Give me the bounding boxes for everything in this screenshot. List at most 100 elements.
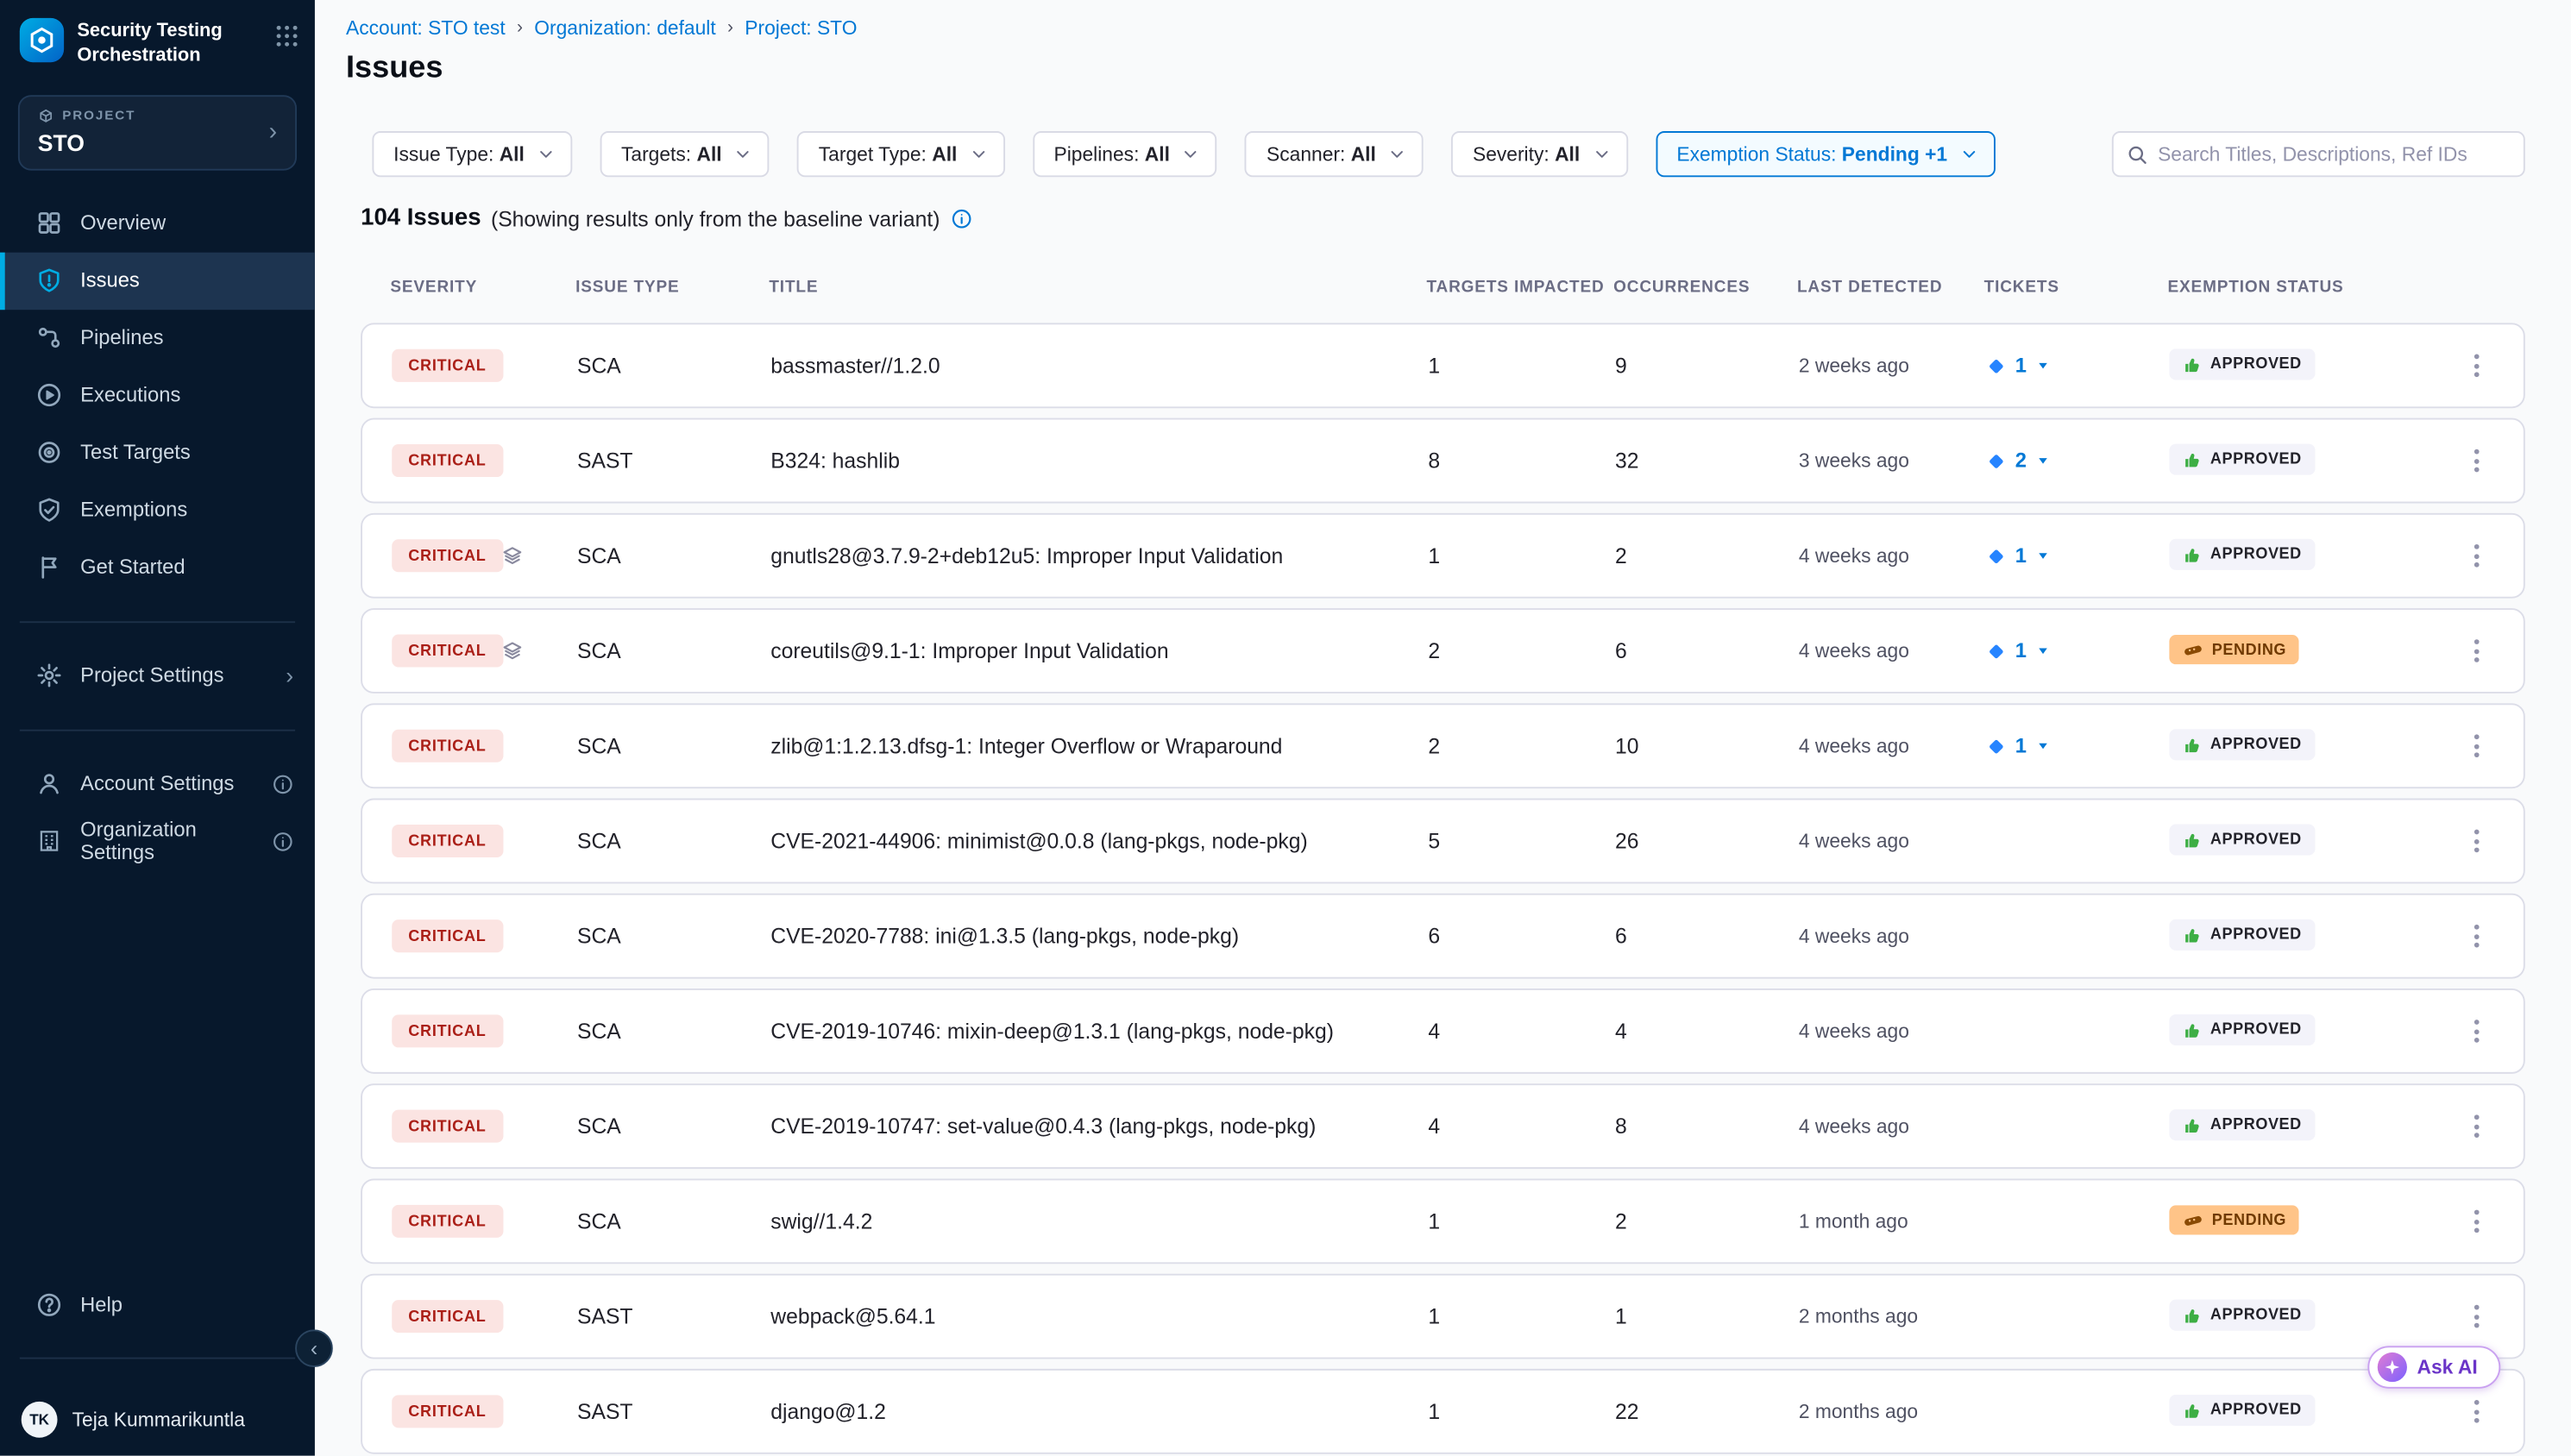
status-badge-approved: APPROVED — [2169, 824, 2315, 855]
targets-impacted: 1 — [1428, 1399, 1440, 1424]
user-profile[interactable]: TK Teja Kummarikuntla — [0, 1384, 315, 1456]
occurrences: 6 — [1615, 924, 1627, 949]
sidebar-collapse-button[interactable]: ‹ — [295, 1329, 333, 1367]
filter-severity[interactable]: Severity: All — [1451, 131, 1627, 177]
sidebar-item-organization-settings[interactable]: Organization Settings — [0, 813, 315, 870]
project-selector[interactable]: PROJECT STO › — [18, 95, 297, 170]
targets-impacted: 2 — [1428, 638, 1440, 663]
caret-down-icon[interactable] — [2034, 737, 2051, 754]
status-badge-approved: APPROVED — [2169, 1109, 2315, 1140]
info-icon[interactable] — [272, 774, 293, 795]
results-summary: 104 Issues (Showing results only from th… — [361, 205, 2571, 231]
table-row[interactable]: CRITICALSCAgnutls28@3.7.9-2+deb12u5: Imp… — [361, 513, 2525, 599]
column-header-tickets: TICKETS — [1984, 279, 2059, 297]
caret-down-icon[interactable] — [2034, 357, 2051, 373]
table-row[interactable]: CRITICALSCACVE-2019-10747: set-value@0.4… — [361, 1083, 2525, 1169]
table-row[interactable]: CRITICALSASTdjango@1.21222 months agoAPP… — [361, 1369, 2525, 1454]
issue-title: CVE-2021-44906: minimist@0.0.8 (lang-pkg… — [770, 829, 1307, 854]
occurrences: 1 — [1615, 1304, 1627, 1329]
issue-type: SCA — [577, 924, 621, 949]
issue-type: SCA — [577, 543, 621, 568]
info-icon[interactable] — [272, 831, 293, 852]
kebab-menu-icon[interactable] — [2466, 1107, 2487, 1146]
filter-target-type[interactable]: Target Type: All — [797, 131, 1004, 177]
search-icon — [2127, 143, 2148, 165]
table-row[interactable]: CRITICALSCAcoreutils@9.1-1: Improper Inp… — [361, 608, 2525, 693]
kebab-menu-icon[interactable] — [2466, 346, 2487, 386]
filter-scanner[interactable]: Scanner: All — [1245, 131, 1424, 177]
table-row[interactable]: CRITICALSCACVE-2020-7788: ini@1.3.5 (lan… — [361, 894, 2525, 979]
chevron-down-icon — [1387, 144, 1407, 164]
table-row[interactable]: CRITICALSCACVE-2021-44906: minimist@0.0.… — [361, 799, 2525, 884]
sidebar-item-pipelines[interactable]: Pipelines — [0, 310, 315, 367]
severity-badge: CRITICAL — [392, 539, 502, 572]
search-input[interactable] — [2158, 142, 2511, 166]
filter-exemption-status[interactable]: Exemption Status: Pending +1 — [1656, 131, 1996, 177]
severity-badge: CRITICAL — [392, 444, 502, 477]
sidebar-item-test-targets[interactable]: Test Targets — [0, 424, 315, 482]
info-icon[interactable] — [952, 207, 973, 229]
kebab-menu-icon[interactable] — [2466, 1392, 2487, 1432]
breadcrumb-separator: › — [727, 18, 733, 38]
kebab-menu-icon[interactable] — [2466, 916, 2487, 956]
table-header-row: SEVERITYISSUE TYPETITLETARGETS IMPACTEDO… — [361, 279, 2525, 302]
sidebar-item-issues[interactable]: Issues — [0, 252, 315, 310]
issue-type: SCA — [577, 733, 621, 758]
gear-icon — [36, 663, 62, 689]
kebab-menu-icon[interactable] — [2466, 1012, 2487, 1051]
table-row[interactable]: CRITICALSCAzlib@1:1.2.13.dfsg-1: Integer… — [361, 703, 2525, 788]
sidebar-item-exemptions[interactable]: Exemptions — [0, 482, 315, 540]
jira-icon — [1986, 545, 2008, 567]
ask-ai-button[interactable]: Ask AI — [2368, 1346, 2501, 1388]
occurrences: 32 — [1615, 449, 1638, 474]
table-row[interactable]: CRITICALSASTB324: hashlib8323 weeks ago2… — [361, 418, 2525, 504]
occurrences: 8 — [1615, 1114, 1627, 1139]
caret-down-icon[interactable] — [2034, 548, 2051, 564]
sidebar-item-get-started[interactable]: Get Started — [0, 539, 315, 597]
status-badge-approved: APPROVED — [2169, 1014, 2315, 1045]
issue-type: SCA — [577, 354, 621, 379]
issue-title: django@1.2 — [770, 1399, 886, 1424]
ticket-link[interactable]: 1 — [1986, 734, 2052, 757]
issues-icon — [36, 267, 62, 293]
filter-issue-type[interactable]: Issue Type: All — [372, 131, 572, 177]
ticket-link[interactable]: 1 — [1986, 639, 2052, 662]
caret-down-icon[interactable] — [2034, 643, 2051, 659]
table-row[interactable]: CRITICALSASTwebpack@5.64.1112 months ago… — [361, 1274, 2525, 1359]
breadcrumb-link[interactable]: Project: STO — [745, 16, 857, 40]
kebab-menu-icon[interactable] — [2466, 1296, 2487, 1336]
sidebar-item-project-settings[interactable]: Project Settings › — [0, 647, 315, 705]
ticket-link[interactable]: 1 — [1986, 355, 2052, 378]
breadcrumb-link[interactable]: Account: STO test — [346, 16, 506, 40]
ticket-link[interactable]: 2 — [1986, 449, 2052, 473]
breadcrumb-link[interactable]: Organization: default — [534, 16, 715, 40]
filter-targets[interactable]: Targets: All — [600, 131, 769, 177]
kebab-menu-icon[interactable] — [2466, 631, 2487, 671]
sidebar-item-label: Issues — [80, 269, 140, 292]
last-detected: 4 weeks ago — [1799, 544, 1909, 568]
table-row[interactable]: CRITICALSCAswig//1.4.2121 month agoPENDI… — [361, 1178, 2525, 1264]
chevron-down-icon — [536, 144, 556, 164]
kebab-menu-icon[interactable] — [2466, 536, 2487, 575]
sidebar-item-help[interactable]: Help — [0, 1276, 315, 1334]
table-row[interactable]: CRITICALSCACVE-2019-10746: mixin-deep@1.… — [361, 988, 2525, 1074]
kebab-menu-icon[interactable] — [2466, 821, 2487, 861]
module-grid-icon[interactable] — [275, 18, 299, 56]
help-icon — [36, 1291, 62, 1317]
ticket-link[interactable]: 1 — [1986, 544, 2052, 568]
caret-down-icon[interactable] — [2034, 453, 2051, 469]
divider — [20, 729, 295, 731]
jira-icon — [1986, 355, 2008, 376]
severity-badge: CRITICAL — [392, 1395, 502, 1428]
kebab-menu-icon[interactable] — [2466, 441, 2487, 480]
sidebar-item-account-settings[interactable]: Account Settings — [0, 756, 315, 813]
targets-impacted: 2 — [1428, 733, 1440, 758]
last-detected: 4 weeks ago — [1799, 925, 1909, 948]
table-row[interactable]: CRITICALSCAbassmaster//1.2.0192 weeks ag… — [361, 323, 2525, 408]
occurrences: 10 — [1615, 733, 1638, 758]
kebab-menu-icon[interactable] — [2466, 1202, 2487, 1241]
filter-pipelines[interactable]: Pipelines: All — [1033, 131, 1217, 177]
kebab-menu-icon[interactable] — [2466, 726, 2487, 766]
sidebar-item-executions[interactable]: Executions — [0, 367, 315, 424]
sidebar-item-overview[interactable]: Overview — [0, 195, 315, 253]
